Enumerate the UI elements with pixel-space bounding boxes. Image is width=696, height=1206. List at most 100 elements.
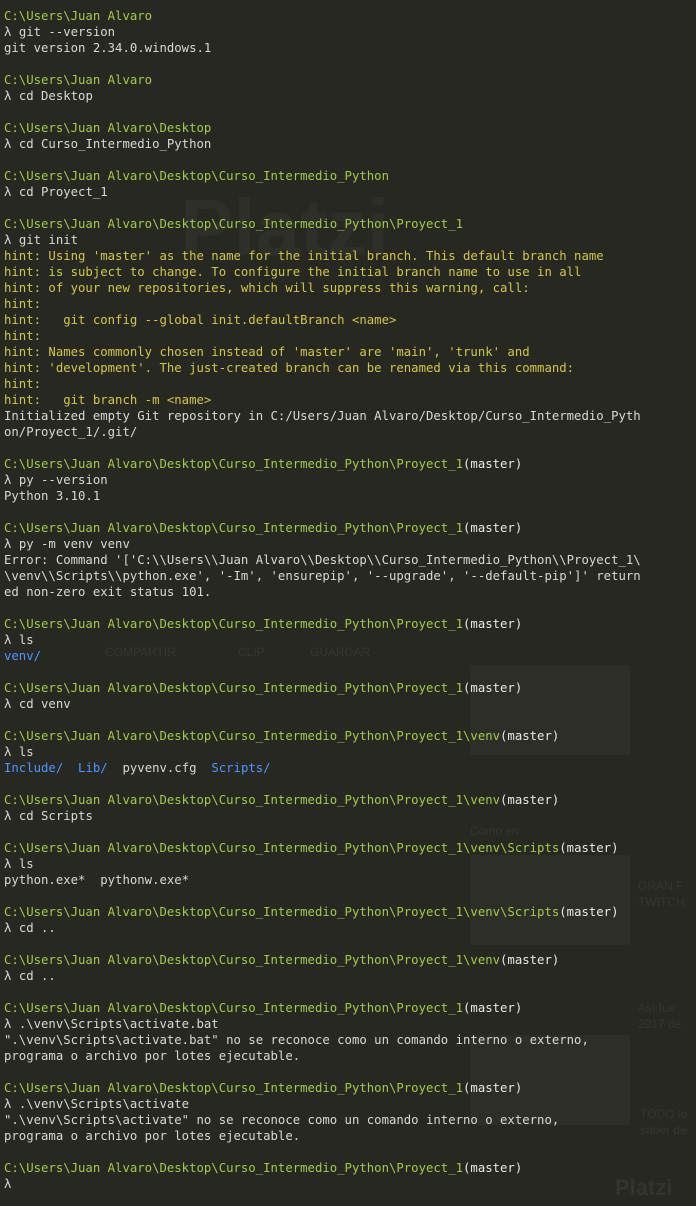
cwd-path: C:\Users\Juan Alvaro [4, 9, 153, 23]
command-line: λ git init [4, 232, 692, 248]
prompt-symbol: λ [4, 89, 19, 103]
file-entry: python.exe* pythonw.exe* [4, 873, 190, 887]
command-text: .\venv\Scripts\activate.bat [18, 1017, 219, 1031]
output-text: git version 2.34.0.windows.1 [4, 41, 212, 55]
cwd-path: C:\Users\Juan Alvaro\Desktop [4, 121, 212, 135]
output-line: venv/ [4, 648, 692, 664]
output-text: Initialized empty Git repository in C:/U… [4, 409, 641, 423]
command-line: λ .\venv\Scripts\activate [4, 1096, 692, 1112]
cwd-path: C:\Users\Juan Alvaro\Desktop\Curso_Inter… [4, 905, 560, 919]
file-entry [63, 761, 78, 775]
git-branch: (master) [463, 1001, 523, 1015]
prompt-path-line: C:\Users\Juan Alvaro\Desktop\Curso_Inter… [4, 1160, 692, 1176]
git-branch: (master) [463, 457, 523, 471]
cwd-path: C:\Users\Juan Alvaro\Desktop\Curso_Inter… [4, 1161, 464, 1175]
prompt-symbol: λ [4, 537, 19, 551]
cwd-path: C:\Users\Juan Alvaro\Desktop\Curso_Inter… [4, 729, 501, 743]
prompt-symbol: λ [4, 1177, 19, 1191]
command-line: λ py --version [4, 472, 692, 488]
command-line: λ cd venv [4, 696, 692, 712]
hint-text: hint: Using 'master' as the name for the… [4, 249, 604, 263]
prompt-path-line: C:\Users\Juan Alvaro\Desktop\Curso_Inter… [4, 952, 692, 968]
command-text: cd Curso_Intermedio_Python [18, 137, 212, 151]
prompt-path-line: C:\Users\Juan Alvaro\Desktop\Curso_Inter… [4, 680, 692, 696]
command-line: λ cd Curso_Intermedio_Python [4, 136, 692, 152]
output-line: hint: Names commonly chosen instead of '… [4, 344, 692, 360]
output-line: hint: [4, 376, 692, 392]
prompt-symbol: λ [4, 185, 19, 199]
output-line: Error: Command '['C:\\Users\\Juan Alvaro… [4, 552, 692, 568]
file-entry: pyvenv.cfg [107, 761, 212, 775]
command-text: git --version [18, 25, 116, 39]
command-text: cd venv [18, 697, 71, 711]
hint-text: hint: Names commonly chosen instead of '… [4, 345, 530, 359]
prompt-symbol: λ [4, 137, 19, 151]
command-line: λ cd Desktop [4, 88, 692, 104]
command-line: λ py -m venv venv [4, 536, 692, 552]
prompt-path-line: C:\Users\Juan Alvaro\Desktop [4, 120, 692, 136]
directory-entry: Scripts/ [211, 761, 271, 775]
command-text: py --version [18, 473, 108, 487]
output-text: ".\venv\Scripts\activate.bat" no se reco… [4, 1033, 589, 1047]
directory-entry: Include/ [4, 761, 64, 775]
hint-text: hint: is subject to change. To configure… [4, 265, 582, 279]
cwd-path: C:\Users\Juan Alvaro\Desktop\Curso_Inter… [4, 681, 464, 695]
prompt-symbol: λ [4, 1017, 19, 1031]
prompt-path-line: C:\Users\Juan Alvaro\Desktop\Curso_Inter… [4, 728, 692, 744]
cwd-path: C:\Users\Juan Alvaro\Desktop\Curso_Inter… [4, 1081, 464, 1095]
cwd-path: C:\Users\Juan Alvaro\Desktop\Curso_Inter… [4, 793, 501, 807]
output-line: hint: Using 'master' as the name for the… [4, 248, 692, 264]
hint-text: hint: 'development'. The just-created br… [4, 361, 575, 375]
terminal-output[interactable]: C:\Users\Juan Alvaro λ git --version git v… [0, 0, 696, 1192]
command-text: ls [18, 745, 34, 759]
output-text: on/Proyect_1/.git/ [4, 425, 138, 439]
command-line: λ cd Proyect_1 [4, 184, 692, 200]
prompt-path-line: C:\Users\Juan Alvaro\Desktop\Curso_Inter… [4, 904, 692, 920]
command-line: λ ls [4, 632, 692, 648]
output-line: hint: 'development'. The just-created br… [4, 360, 692, 376]
cwd-path: C:\Users\Juan Alvaro [4, 73, 153, 87]
git-branch: (master) [463, 617, 523, 631]
prompt-path-line: C:\Users\Juan Alvaro\Desktop\Curso_Inter… [4, 1080, 692, 1096]
output-line: ".\venv\Scripts\activate.bat" no se reco… [4, 1032, 692, 1048]
output-line: hint: git branch -m <name> [4, 392, 692, 408]
command-text: ls [18, 857, 34, 871]
prompt-symbol: λ [4, 809, 19, 823]
output-line: hint: git config --global init.defaultBr… [4, 312, 692, 328]
command-text: cd .. [18, 969, 56, 983]
prompt-symbol: λ [4, 633, 19, 647]
cwd-path: C:\Users\Juan Alvaro\Desktop\Curso_Inter… [4, 841, 560, 855]
output-text: programa o archivo por lotes ejecutable. [4, 1129, 301, 1143]
prompt-symbol: λ [4, 921, 19, 935]
command-text: git init [18, 233, 79, 247]
command-text: ls [18, 633, 34, 647]
output-text: programa o archivo por lotes ejecutable. [4, 1049, 301, 1063]
hint-text: hint: git branch -m <name> [4, 393, 212, 407]
git-branch: (master) [463, 1081, 523, 1095]
git-branch: (master) [559, 841, 619, 855]
cwd-path: C:\Users\Juan Alvaro\Desktop\Curso_Inter… [4, 617, 464, 631]
command-line: λ ls [4, 856, 692, 872]
command-line: λ [4, 1176, 692, 1192]
hint-text: hint: [4, 377, 42, 391]
hint-text: hint: [4, 329, 42, 343]
command-line: λ .\venv\Scripts\activate.bat [4, 1016, 692, 1032]
cwd-path: C:\Users\Juan Alvaro\Desktop\Curso_Inter… [4, 217, 464, 231]
output-line: ed non-zero exit status 101. [4, 584, 692, 600]
prompt-symbol: λ [4, 233, 19, 247]
prompt-symbol: λ [4, 1097, 19, 1111]
output-text: \venv\\Scripts\\python.exe', '-Im', 'ens… [4, 569, 641, 583]
command-line: λ cd .. [4, 968, 692, 984]
prompt-symbol: λ [4, 969, 19, 983]
cwd-path: C:\Users\Juan Alvaro\Desktop\Curso_Inter… [4, 953, 501, 967]
prompt-symbol: λ [4, 745, 19, 759]
directory-entry: venv/ [4, 649, 42, 663]
